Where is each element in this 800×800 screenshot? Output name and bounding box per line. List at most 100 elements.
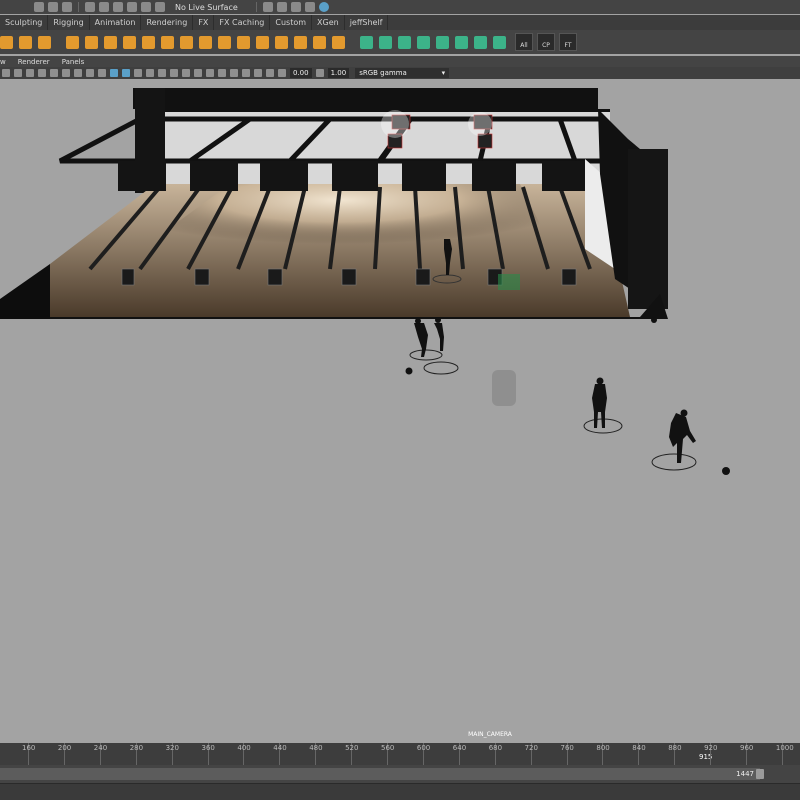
timeline-tick-label: 1000 <box>775 744 794 752</box>
smooth-shade-icon[interactable] <box>146 69 154 77</box>
range-slider[interactable]: 1447 <box>0 765 800 783</box>
snap-curve-icon[interactable] <box>99 2 109 12</box>
shelf-tab-sculpting[interactable]: Sculpting <box>0 15 49 30</box>
bridge-icon[interactable] <box>104 35 117 49</box>
green-tool-6-icon[interactable] <box>455 35 468 49</box>
viewport[interactable]: MAIN_CAMERA <box>0 79 800 743</box>
green-tool-8-icon[interactable] <box>493 35 506 49</box>
2d-pan-icon[interactable] <box>38 69 46 77</box>
menu-view[interactable]: w <box>0 58 12 66</box>
maya-window: No Live Surface Sculpting Rigging Animatio… <box>0 0 800 800</box>
range-bar[interactable] <box>0 768 760 780</box>
merge-icon[interactable] <box>294 35 307 49</box>
multicut-icon[interactable] <box>237 35 250 49</box>
render-settings-icon[interactable] <box>290 2 301 12</box>
timeline-tick-label: 520 <box>345 744 359 752</box>
exposure-icon[interactable] <box>278 69 286 77</box>
shelf-tab-rigging[interactable]: Rigging <box>48 15 90 30</box>
hypershade-icon[interactable] <box>304 2 315 12</box>
combine-icon[interactable] <box>123 35 136 49</box>
safe-title-icon[interactable] <box>122 69 130 77</box>
timeline-tick-label: 480 <box>309 744 323 752</box>
image-plane-icon[interactable] <box>26 69 34 77</box>
cylinder-icon[interactable] <box>38 35 51 49</box>
shelf-tab-rendering[interactable]: Rendering <box>141 15 194 30</box>
lasso-icon[interactable] <box>48 2 58 12</box>
magnet-icon[interactable] <box>155 2 165 12</box>
resolution-gate-icon[interactable] <box>86 69 94 77</box>
timeline-tick-label: 160 <box>22 744 36 752</box>
shelf-all-button[interactable]: All <box>515 33 533 51</box>
camera-attributes-icon[interactable] <box>2 69 10 77</box>
gate-mask-icon[interactable] <box>98 69 106 77</box>
panel-menu-bar: w Renderer Panels <box>0 56 800 67</box>
ipr-icon[interactable] <box>276 2 287 12</box>
wireframe-on-shaded-icon[interactable] <box>170 69 178 77</box>
command-line[interactable] <box>0 783 800 800</box>
green-tool-5-icon[interactable] <box>436 35 449 49</box>
gamma-field[interactable]: 1.00 <box>327 68 350 78</box>
smooth-icon[interactable] <box>161 35 174 49</box>
safe-action-icon[interactable] <box>110 69 118 77</box>
quad-draw-icon[interactable] <box>313 35 326 49</box>
arnold-render-icon[interactable] <box>318 2 329 12</box>
green-tool-1-icon[interactable] <box>360 35 373 49</box>
cube-icon[interactable] <box>0 35 13 49</box>
grease-pencil-icon[interactable] <box>50 69 58 77</box>
extrude-icon[interactable] <box>66 35 79 49</box>
cone-icon[interactable] <box>19 35 32 49</box>
use-default-material-icon[interactable] <box>158 69 166 77</box>
green-tool-3-icon[interactable] <box>398 35 411 49</box>
color-space-dropdown[interactable]: sRGB gamma ▾ <box>355 68 450 78</box>
textured-icon[interactable] <box>182 69 190 77</box>
select-tool-icon[interactable] <box>34 2 44 12</box>
shelf-tab-animation[interactable]: Animation <box>90 15 142 30</box>
isolate-select-icon[interactable] <box>254 69 262 77</box>
shadows-icon[interactable] <box>206 69 214 77</box>
time-slider[interactable]: 915 160 200 240 280 320 360 400 440 480 520 560 600… <box>0 743 800 765</box>
shelf-tab-xgen[interactable]: XGen <box>312 15 345 30</box>
uv-icon[interactable] <box>218 35 231 49</box>
range-end-field[interactable]: 1447 <box>726 770 754 778</box>
shelf-all-label: All <box>520 42 528 49</box>
grid-icon[interactable] <box>62 69 70 77</box>
range-handle[interactable] <box>756 769 764 779</box>
bookmark-icon[interactable] <box>14 69 22 77</box>
green-tool-4-icon[interactable] <box>417 35 430 49</box>
lights-icon[interactable] <box>194 69 202 77</box>
render-icon[interactable] <box>262 2 273 12</box>
wireframe-icon[interactable] <box>134 69 142 77</box>
shelf-cp-button[interactable]: CP <box>537 33 555 51</box>
snap-grid-icon[interactable] <box>85 2 95 12</box>
figure-standing <box>583 377 623 434</box>
booleans-icon[interactable] <box>199 35 212 49</box>
mirror-icon[interactable] <box>180 35 193 49</box>
separate-icon[interactable] <box>142 35 155 49</box>
shelf-tab-fx-caching[interactable]: FX Caching <box>214 15 271 30</box>
green-tool-2-icon[interactable] <box>379 35 392 49</box>
fill-hole-icon[interactable] <box>275 35 288 49</box>
shelf-tab-jeffshelf[interactable]: jeffShelf <box>345 15 389 30</box>
snap-view-icon[interactable] <box>127 2 137 12</box>
shelf-tab-fx[interactable]: FX <box>193 15 215 30</box>
menu-panels[interactable]: Panels <box>56 58 91 66</box>
reduce-icon[interactable] <box>332 35 345 49</box>
bowling-ball <box>651 317 657 323</box>
film-gate-icon[interactable] <box>74 69 82 77</box>
snap-point-icon[interactable] <box>113 2 123 12</box>
shelf-ft-button[interactable]: FT <box>559 33 577 51</box>
snap-surface-icon[interactable] <box>141 2 151 12</box>
green-tool-7-icon[interactable] <box>474 35 487 49</box>
live-surface-label[interactable]: No Live Surface <box>167 3 246 12</box>
xray-icon[interactable] <box>266 69 274 77</box>
exposure-field[interactable]: 0.00 <box>290 68 312 78</box>
paint-select-icon[interactable] <box>62 2 72 12</box>
menu-renderer[interactable]: Renderer <box>12 58 56 66</box>
gamma-icon[interactable] <box>315 69 324 77</box>
shelf-tab-custom[interactable]: Custom <box>270 15 313 30</box>
anti-aliasing-icon[interactable] <box>242 69 250 77</box>
target-weld-icon[interactable] <box>256 35 269 49</box>
motion-blur-icon[interactable] <box>230 69 238 77</box>
bevel-icon[interactable] <box>85 35 98 49</box>
ambient-occlusion-icon[interactable] <box>218 69 226 77</box>
